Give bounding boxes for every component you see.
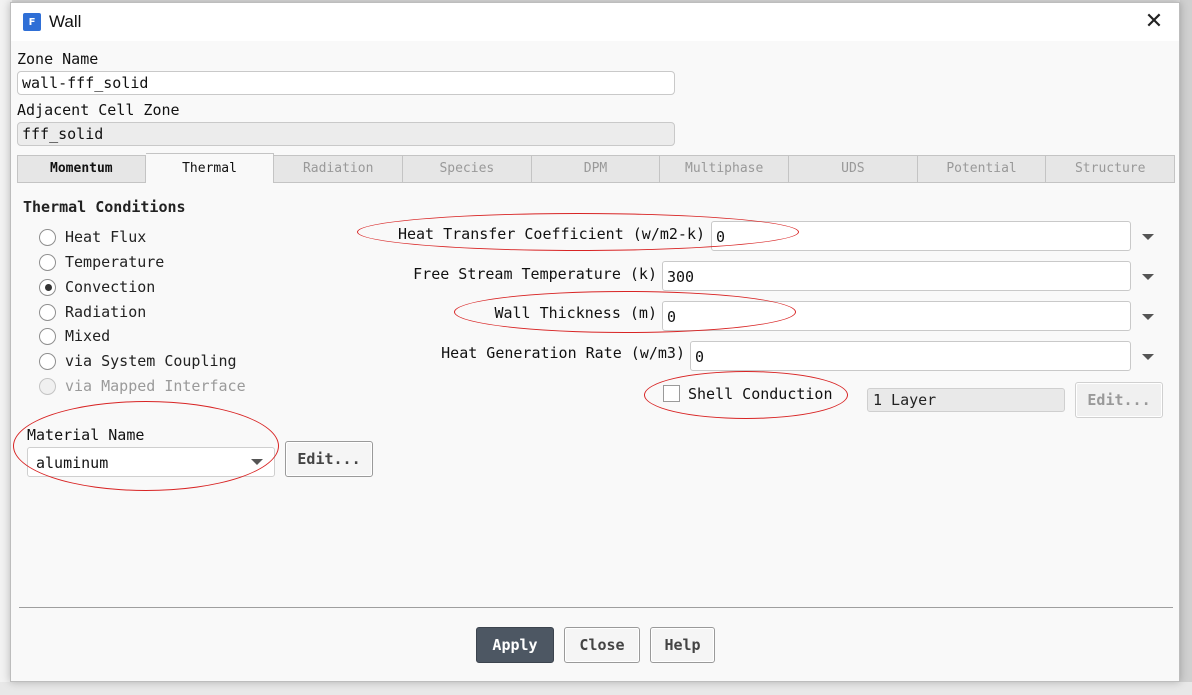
wall-thickness-label: Wall Thickness (m)	[494, 304, 657, 322]
radio-label: via System Coupling	[65, 352, 237, 370]
free-stream-label: Free Stream Temperature (k)	[413, 265, 657, 283]
material-edit-button[interactable]: Edit...	[285, 441, 373, 477]
shell-conduction-checkbox[interactable]	[663, 385, 680, 402]
radio-label: via Mapped Interface	[65, 377, 246, 395]
radio-label: Radiation	[65, 303, 147, 321]
radio-label: Mixed	[65, 327, 111, 345]
tab-structure[interactable]: Structure	[1046, 155, 1176, 183]
tab-radiation[interactable]: Radiation	[274, 155, 404, 183]
htc-input[interactable]: 0	[711, 221, 1131, 251]
divider	[19, 607, 1173, 608]
wall-dialog: F Wall ✕ Zone Name wall-fff_solid Adjace…	[10, 2, 1180, 682]
adjacent-cell-zone-label: Adjacent Cell Zone	[17, 101, 180, 119]
heat-generation-dropdown-icon[interactable]	[1142, 354, 1154, 360]
adjacent-cell-zone-field: fff_solid	[17, 122, 675, 146]
title-bar: F Wall ✕	[11, 3, 1179, 41]
tab-bar: Momentum Thermal Radiation Species DPM M…	[17, 153, 1176, 183]
annotation-ellipse	[13, 401, 279, 491]
thermal-conditions-title: Thermal Conditions	[23, 198, 186, 216]
material-name-label: Material Name	[27, 426, 145, 444]
wall-thickness-input[interactable]: 0	[662, 301, 1131, 331]
tab-thermal[interactable]: Thermal	[145, 153, 275, 183]
fluent-app-icon: F	[23, 13, 41, 31]
radio-button[interactable]	[39, 228, 56, 246]
tab-momentum[interactable]: Momentum	[17, 155, 146, 183]
radio-button-disabled	[39, 377, 56, 395]
chevron-down-icon[interactable]	[251, 459, 263, 465]
shell-layers-field: 1 Layer	[867, 388, 1065, 412]
tab-species[interactable]: Species	[403, 155, 532, 183]
shell-edit-button[interactable]: Edit...	[1075, 382, 1163, 418]
radio-convection[interactable]: Convection	[39, 276, 155, 298]
tab-uds[interactable]: UDS	[789, 155, 918, 183]
wall-thickness-dropdown-icon[interactable]	[1142, 314, 1154, 320]
radio-radiation[interactable]: Radiation	[39, 301, 146, 323]
radio-label: Convection	[65, 278, 156, 296]
material-name-value: aluminum	[36, 454, 109, 472]
radio-temperature[interactable]: Temperature	[39, 251, 164, 273]
radio-button-selected[interactable]	[39, 278, 56, 296]
apply-button[interactable]: Apply	[476, 627, 554, 663]
radio-label: Temperature	[65, 253, 165, 271]
radio-label: Heat Flux	[65, 228, 147, 246]
radio-mixed[interactable]: Mixed	[39, 325, 110, 347]
radio-button[interactable]	[39, 303, 56, 321]
material-name-select[interactable]: aluminum	[27, 447, 275, 477]
background-app-strip-right	[1180, 0, 1192, 695]
radio-button[interactable]	[39, 352, 56, 370]
zone-name-label: Zone Name	[17, 50, 99, 68]
heat-generation-label: Heat Generation Rate (w/m3)	[441, 344, 685, 362]
htc-label: Heat Transfer Coefficient (w/m2-k)	[397, 225, 705, 243]
radio-button[interactable]	[39, 327, 56, 345]
background-app-bottom	[0, 682, 1192, 695]
htc-dropdown-icon[interactable]	[1142, 234, 1154, 240]
radio-heat-flux[interactable]: Heat Flux	[39, 226, 146, 248]
tab-multiphase[interactable]: Multiphase	[660, 155, 790, 183]
close-icon[interactable]: ✕	[1141, 9, 1167, 35]
radio-button[interactable]	[39, 253, 56, 271]
zone-name-input[interactable]: wall-fff_solid	[17, 71, 675, 95]
tab-dpm[interactable]: DPM	[531, 155, 661, 183]
window-title: Wall	[49, 12, 82, 31]
radio-mapped-interface: via Mapped Interface	[39, 375, 246, 397]
free-stream-dropdown-icon[interactable]	[1142, 274, 1154, 280]
free-stream-input[interactable]: 300	[662, 261, 1131, 291]
close-button[interactable]: Close	[564, 627, 640, 663]
heat-generation-input[interactable]: 0	[690, 341, 1131, 371]
tab-potential[interactable]: Potential	[917, 155, 1047, 183]
shell-conduction-label: Shell Conduction	[688, 385, 833, 403]
help-button[interactable]: Help	[650, 627, 715, 663]
radio-system-coupling[interactable]: via System Coupling	[39, 350, 237, 372]
